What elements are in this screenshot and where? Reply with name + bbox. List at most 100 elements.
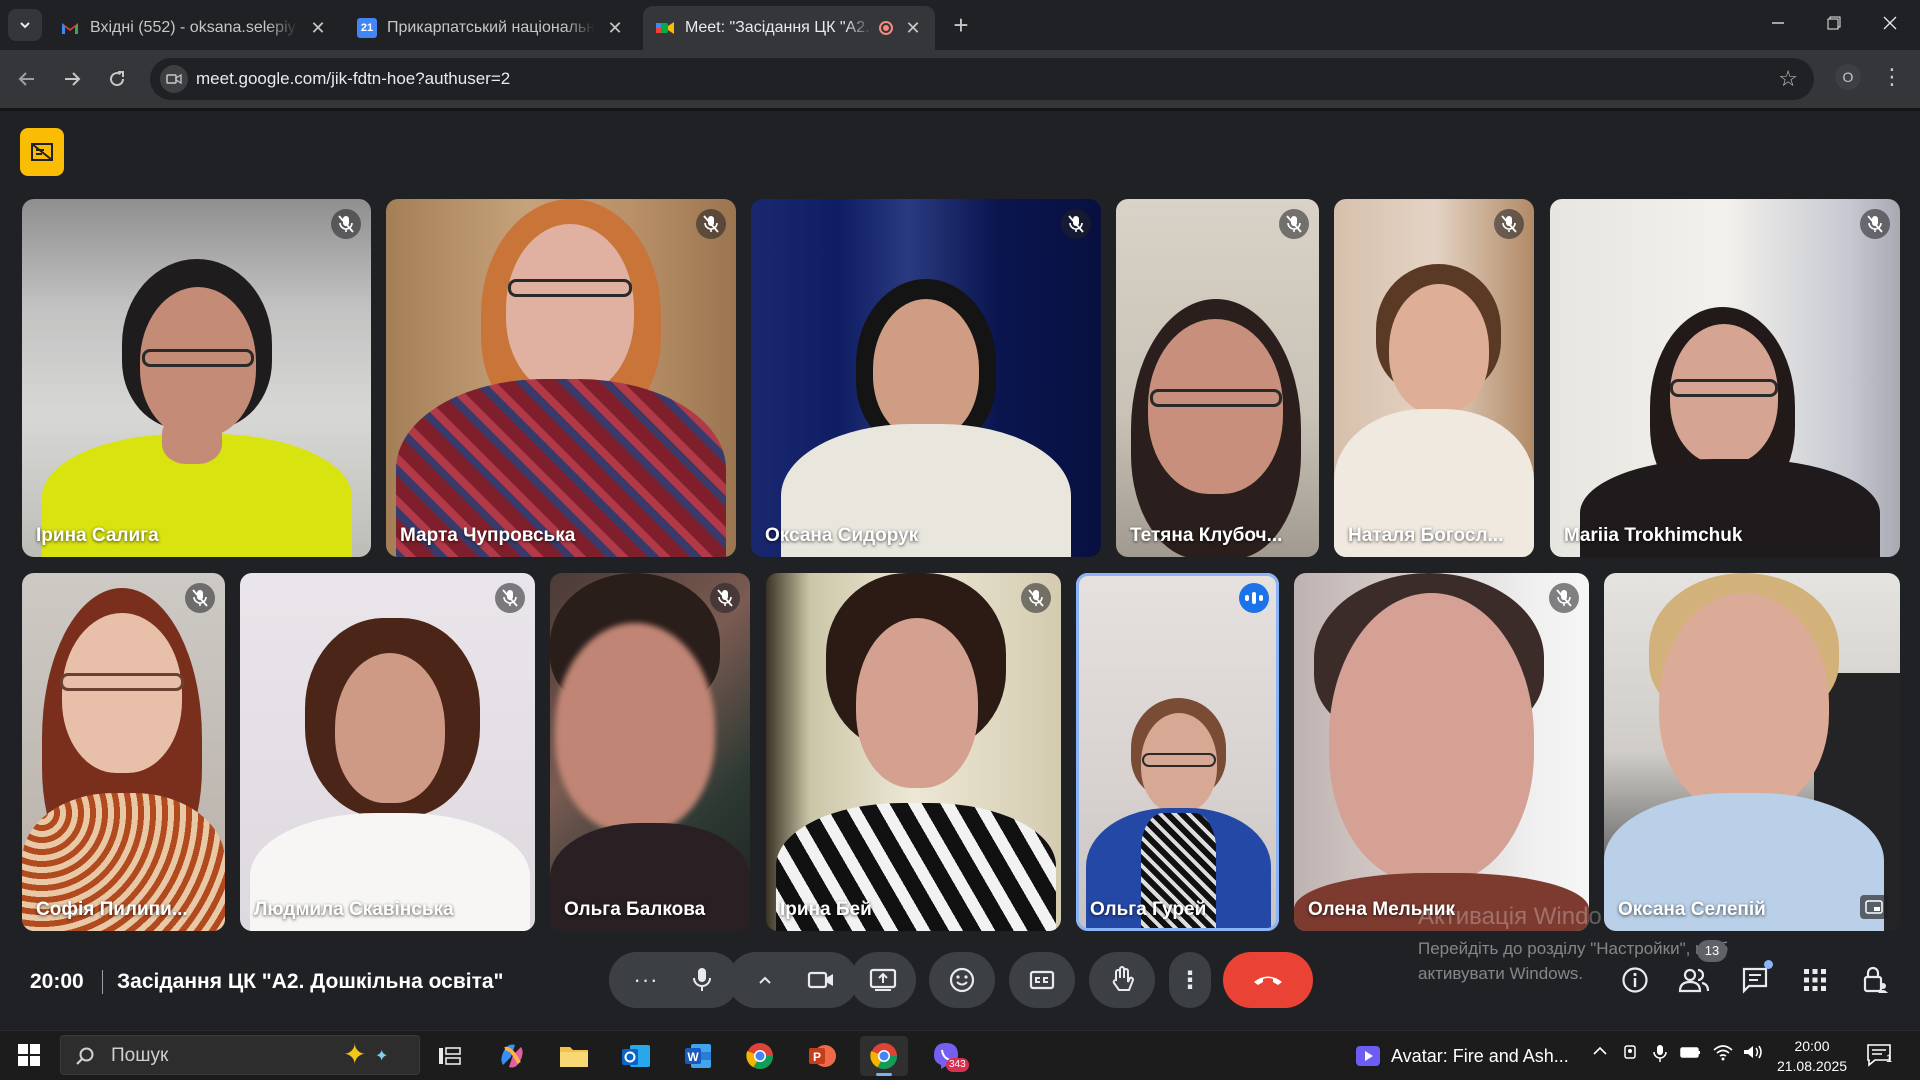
battery-icon[interactable] bbox=[1680, 1043, 1702, 1066]
participant-name: Mariia Trokhimchuk bbox=[1564, 525, 1743, 546]
windows-activation-title: Активація Windo bbox=[1418, 903, 1602, 930]
chrome-icon bbox=[746, 1043, 774, 1070]
taskbar-copilot[interactable] bbox=[488, 1036, 536, 1076]
close-tab-icon[interactable]: ✕ bbox=[308, 18, 328, 38]
raise-hand-icon bbox=[1112, 966, 1134, 991]
picture-in-picture-icon[interactable] bbox=[1860, 895, 1888, 919]
omnibox[interactable]: meet.google.com/jik-fdtn-hoe?authuser=2 … bbox=[150, 58, 1814, 100]
star-icon[interactable]: ☆ bbox=[1778, 66, 1798, 92]
participant-name: Тетяна Клубоч... bbox=[1130, 525, 1283, 546]
participant-tile[interactable]: Ірина Бей bbox=[766, 573, 1061, 931]
tab-meet[interactable]: Meet: "Засідання ЦК "А2. Д ✕ bbox=[643, 6, 935, 50]
tab-gmail[interactable]: Вхідні (552) - oksana.selepiy@p ✕ bbox=[48, 6, 340, 50]
close-tab-icon[interactable]: ✕ bbox=[903, 18, 923, 38]
participant-name: Наталя Богосл... bbox=[1348, 525, 1504, 546]
chevron-down-icon bbox=[20, 22, 30, 29]
tab-calendar[interactable]: 21 Прикарпатський національни ✕ bbox=[345, 6, 637, 50]
taskbar-file-explorer[interactable] bbox=[550, 1036, 598, 1076]
mic-off-icon bbox=[1549, 583, 1579, 613]
participant-tile[interactable]: Софія Пилипи... bbox=[22, 573, 225, 931]
site-info-icon[interactable] bbox=[160, 65, 188, 93]
profile-avatar[interactable]: O bbox=[1835, 64, 1861, 90]
url-text: meet.google.com/jik-fdtn-hoe?authuser=2 bbox=[196, 69, 511, 88]
browser-menu-icon[interactable]: ⋮ bbox=[1880, 60, 1904, 94]
camera-controls bbox=[728, 952, 858, 1008]
mic-off-icon bbox=[1494, 209, 1524, 239]
participant-name: Людмила Скавінська bbox=[254, 899, 454, 920]
captions-icon bbox=[1029, 970, 1055, 990]
chevron-up-icon bbox=[759, 976, 771, 984]
taskbar-viber[interactable]: 343 bbox=[922, 1036, 970, 1076]
forward-button[interactable] bbox=[55, 62, 89, 96]
participant-tile[interactable]: Людмила Скавінська bbox=[240, 573, 535, 931]
minimize-button[interactable] bbox=[1750, 0, 1806, 46]
video-settings-button[interactable] bbox=[737, 952, 793, 1008]
chevron-up-icon[interactable] bbox=[1592, 1043, 1608, 1064]
participant-name: Марта Чупровська bbox=[400, 525, 576, 546]
participant-name: Ольга Балкова bbox=[564, 899, 706, 920]
notifications-button[interactable]: 1 bbox=[1866, 1043, 1902, 1071]
participant-tile[interactable]: Наталя Богосл... bbox=[1334, 199, 1534, 557]
reactions-button[interactable] bbox=[929, 952, 995, 1008]
back-button[interactable] bbox=[10, 62, 44, 96]
media-widget[interactable]: Avatar: Fire and Ash... bbox=[1355, 1045, 1569, 1067]
participant-tile[interactable]: Тетяна Клубоч... bbox=[1116, 199, 1319, 557]
taskbar-outlook[interactable] bbox=[612, 1036, 660, 1076]
arrow-right-icon bbox=[65, 72, 81, 86]
volume-icon[interactable] bbox=[1742, 1043, 1764, 1066]
windows-start-icon[interactable] bbox=[18, 1044, 40, 1066]
participant-tile[interactable]: Mariia Trokhimchuk bbox=[1550, 199, 1900, 557]
participant-count-badge: 13 bbox=[1697, 940, 1727, 962]
task-view-button[interactable] bbox=[426, 1036, 474, 1076]
taskbar-search[interactable]: Пошук ✦ ✦ bbox=[60, 1035, 420, 1075]
taskbar-chrome-active[interactable] bbox=[860, 1036, 908, 1076]
captions-button[interactable] bbox=[1009, 952, 1075, 1008]
participant-name: Ірина Салига bbox=[36, 525, 159, 546]
host-controls-button[interactable] bbox=[1851, 956, 1899, 1004]
copilot-sparkle-icon: ✦ bbox=[343, 1039, 367, 1070]
people-button[interactable] bbox=[1670, 956, 1718, 1004]
taskbar-word[interactable]: W bbox=[674, 1036, 722, 1076]
leave-call-button[interactable] bbox=[1223, 952, 1313, 1008]
microphone-in-use-icon[interactable] bbox=[1652, 1043, 1668, 1068]
participant-tile-speaking[interactable]: Ольга Гурей bbox=[1076, 573, 1279, 931]
close-window-button[interactable] bbox=[1862, 0, 1918, 46]
chat-icon bbox=[1742, 967, 1768, 994]
divider bbox=[102, 970, 103, 994]
webcam-in-use-icon[interactable] bbox=[1622, 1043, 1640, 1066]
no-video-badge-icon[interactable] bbox=[20, 128, 64, 176]
restore-button[interactable] bbox=[1806, 0, 1862, 46]
activities-button[interactable] bbox=[1791, 956, 1839, 1004]
taskbar-clock[interactable]: 20:00 21.08.2025 bbox=[1770, 1036, 1854, 1076]
mic-off-icon bbox=[696, 209, 726, 239]
reload-button[interactable] bbox=[100, 62, 134, 96]
present-screen-button[interactable] bbox=[850, 952, 916, 1008]
mic-off-icon bbox=[710, 583, 740, 613]
microphone-button[interactable] bbox=[674, 952, 730, 1008]
participant-tile[interactable]: Ірина Салига bbox=[22, 199, 371, 557]
chat-button[interactable] bbox=[1731, 956, 1779, 1004]
wifi-icon[interactable] bbox=[1712, 1043, 1734, 1066]
camera-button[interactable] bbox=[793, 952, 849, 1008]
taskbar-powerpoint[interactable]: P bbox=[798, 1036, 846, 1076]
mic-off-icon bbox=[1021, 583, 1051, 613]
microphone-icon bbox=[693, 968, 711, 991]
audio-settings-button[interactable]: ··· bbox=[618, 952, 674, 1008]
more-options-button[interactable]: ⋮ bbox=[1169, 952, 1211, 1008]
tab-search-button[interactable] bbox=[8, 9, 42, 41]
chrome-icon bbox=[870, 1043, 898, 1070]
copilot-icon bbox=[501, 1044, 523, 1068]
mic-off-icon bbox=[1061, 209, 1091, 239]
participant-tile[interactable]: Оксана Сидорук bbox=[751, 199, 1101, 557]
mic-off-icon bbox=[495, 583, 525, 613]
new-tab-button[interactable]: + bbox=[947, 12, 975, 40]
svg-text:P: P bbox=[813, 1050, 821, 1064]
meeting-details-button[interactable] bbox=[1611, 956, 1659, 1004]
participant-tile[interactable]: Ольга Балкова bbox=[550, 573, 750, 931]
close-tab-icon[interactable]: ✕ bbox=[605, 18, 625, 38]
taskbar-chrome[interactable] bbox=[736, 1036, 784, 1076]
participant-tile-self[interactable]: Оксана Селепій bbox=[1604, 573, 1900, 931]
participant-tile[interactable]: Марта Чупровська bbox=[386, 199, 736, 557]
raise-hand-button[interactable] bbox=[1089, 952, 1155, 1008]
participant-tile[interactable]: Олена Мельник bbox=[1294, 573, 1589, 931]
